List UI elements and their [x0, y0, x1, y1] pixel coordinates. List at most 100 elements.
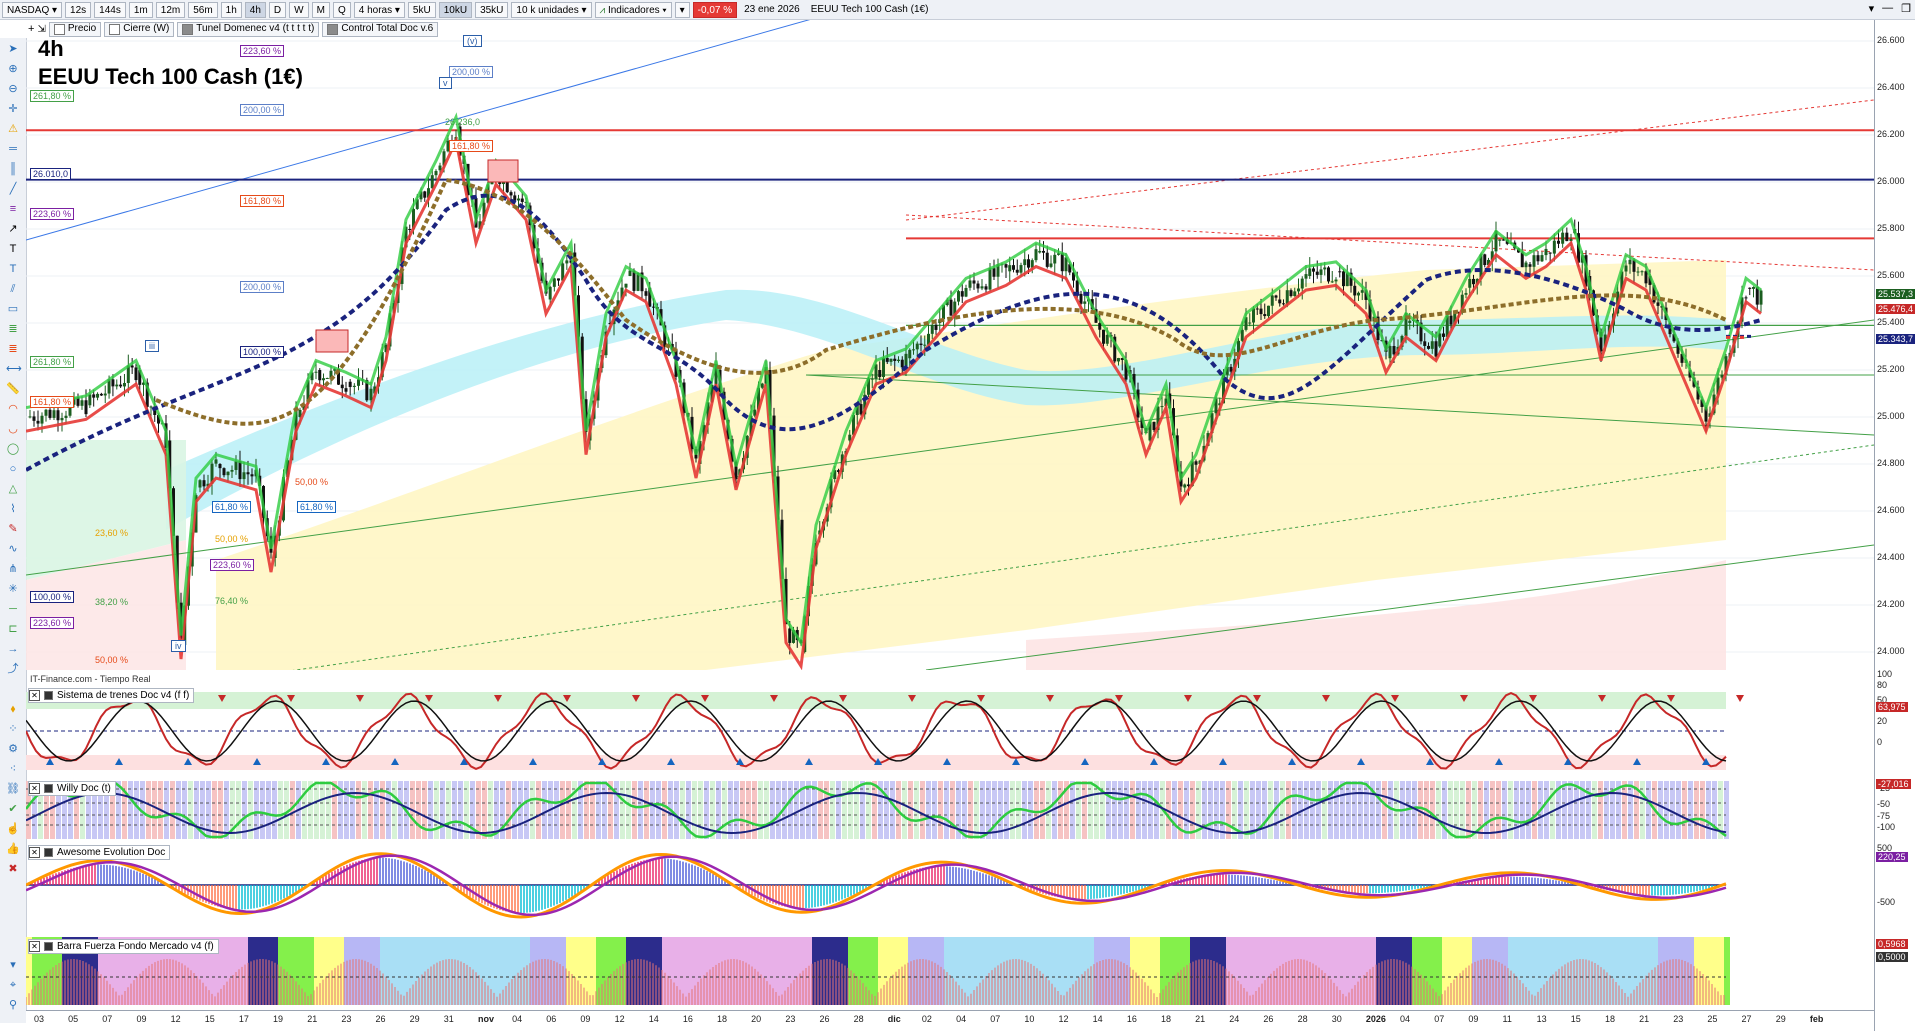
gann-icon[interactable]: ✳ — [6, 582, 20, 596]
elliott-wave-label[interactable]: iii — [145, 340, 159, 352]
fib-level-label[interactable]: 100,00 % — [30, 591, 75, 603]
interval-select[interactable]: 4 horas ▾ — [353, 1, 405, 18]
period-w[interactable]: W — [289, 1, 309, 18]
fib-orange-icon[interactable]: ≣ — [6, 342, 20, 356]
zoom-in-icon[interactable]: ⊕ — [6, 62, 20, 76]
hand-icon[interactable]: ☝ — [6, 822, 20, 836]
tag-icon[interactable]: ⬧ — [6, 702, 20, 716]
dropdown-icon[interactable]: ▾ — [1869, 2, 1875, 15]
fib-level-label[interactable]: 223,60 % — [30, 617, 75, 629]
period-12s[interactable]: 12s — [65, 1, 92, 18]
circle-icon[interactable]: ○ — [6, 462, 20, 476]
unit-10ku[interactable]: 10kU — [438, 1, 473, 18]
hline-icon[interactable]: ═ — [6, 142, 20, 156]
text-icon[interactable]: T — [6, 242, 20, 256]
period-12m[interactable]: 12m — [155, 1, 186, 18]
rect-icon[interactable]: ▭ — [6, 302, 20, 316]
willy-panel[interactable] — [26, 779, 1874, 841]
settings-icon[interactable]: ⚙ — [6, 742, 20, 756]
expand-icon[interactable]: ▾ — [6, 958, 20, 972]
ellipse-icon[interactable]: ◯ — [6, 442, 20, 456]
panel-value-tag: -27,016 — [1876, 779, 1911, 789]
wave-icon[interactable]: ∿ — [6, 542, 20, 556]
period-1m[interactable]: 1m — [128, 1, 153, 18]
lock-icon[interactable]: ⌖ — [6, 978, 20, 992]
close-icon[interactable]: ✕ — [29, 847, 40, 858]
minimize-icon[interactable]: — — [1882, 2, 1893, 15]
text-blue-icon[interactable]: T — [6, 262, 20, 276]
channel-icon[interactable]: ⫽ — [6, 282, 20, 296]
fib-icon[interactable]: ≡ — [6, 202, 20, 216]
close-icon[interactable]: ✕ — [29, 941, 40, 952]
pointer-icon[interactable]: ➤ — [6, 42, 20, 56]
pen-icon[interactable]: ✎ — [6, 522, 20, 536]
awesome-panel[interactable] — [26, 843, 1874, 931]
fib-level-label[interactable]: 26.010,0 — [30, 168, 72, 180]
fib-level-label[interactable]: 223,60 % — [210, 559, 255, 571]
units-select[interactable]: 10 k unidades ▾ — [511, 1, 592, 18]
elliott-wave-label[interactable]: v — [439, 77, 452, 89]
trendline-icon[interactable]: ╱ — [6, 182, 20, 196]
unit-5ku[interactable]: 5kU — [407, 1, 436, 18]
fib-level-label[interactable]: 161,80 % — [30, 396, 75, 408]
price-chart[interactable] — [26, 20, 1874, 670]
period-144s[interactable]: 144s — [94, 1, 126, 18]
thumbs-up-icon[interactable]: 👍 — [6, 842, 20, 856]
magnet-icon[interactable]: ⚲ — [6, 998, 20, 1012]
period-m[interactable]: M — [311, 1, 330, 18]
measure-icon[interactable]: ⟷ — [6, 362, 22, 376]
dots2-icon[interactable]: ⁖ — [6, 762, 20, 776]
period-q[interactable]: Q — [332, 1, 351, 18]
fib-level-label[interactable]: 61,80 % — [212, 501, 252, 513]
panel-tick: -500 — [1877, 897, 1896, 907]
fib-level-label[interactable]: 161,80 % — [240, 195, 285, 207]
unit-35ku[interactable]: 35kU — [475, 1, 509, 18]
fib-level-label[interactable]: 61,80 % — [297, 501, 337, 513]
alert-icon[interactable]: ⚠ — [6, 122, 20, 136]
fib-level-label[interactable]: 200,00 % — [449, 66, 494, 78]
price-axis[interactable]: 26.600 26.400 26.200 26.000 25.800 25.600 25.4… — [1874, 20, 1915, 1031]
trenes-panel[interactable] — [26, 687, 1874, 775]
fib-level-label[interactable]: 161,80 % — [449, 140, 494, 152]
triangle-icon[interactable]: △ — [6, 482, 20, 496]
fuerza-panel[interactable] — [26, 935, 1874, 1010]
arc-icon[interactable]: ◡ — [6, 422, 20, 436]
arrow-icon[interactable]: ↗ — [6, 222, 20, 236]
fib-level-label[interactable]: 223,60 % — [30, 208, 75, 220]
bracket-icon[interactable]: ⊏ — [6, 622, 20, 636]
fib-level-label[interactable]: 261,80 % — [30, 356, 75, 368]
maximize-icon[interactable]: ❐ — [1901, 2, 1911, 15]
dots-icon[interactable]: ⁘ — [6, 722, 20, 736]
fib-level-label[interactable]: 100,00 % — [240, 346, 285, 358]
fib-level-label[interactable]: 200,00 % — [240, 104, 285, 116]
period-1h[interactable]: 1h — [220, 1, 242, 18]
crosshair-icon[interactable]: ✛ — [6, 102, 20, 116]
more-button[interactable]: ▾ — [674, 1, 690, 18]
close-icon[interactable]: ✕ — [29, 690, 40, 701]
pitchfork-icon[interactable]: ⋔ — [6, 562, 20, 576]
elliott-wave-label[interactable]: iv — [171, 640, 186, 652]
curve-icon[interactable]: ◠ — [6, 402, 20, 416]
period-4h[interactable]: 4h — [244, 1, 266, 18]
period-56m[interactable]: 56m — [188, 1, 218, 18]
delete-icon[interactable]: ✖ — [6, 862, 20, 876]
polyline-icon[interactable]: ⌇ — [6, 502, 20, 516]
symbol-select[interactable]: NASDAQ ▾ — [2, 1, 63, 18]
close-icon[interactable]: ✕ — [29, 783, 40, 794]
vline-icon[interactable]: ║ — [6, 162, 20, 176]
ray-icon[interactable]: → — [6, 642, 20, 656]
check-icon[interactable]: ✔ — [6, 802, 20, 816]
fib-level-label[interactable]: 261,80 % — [30, 90, 75, 102]
fib-level-label[interactable]: 223,60 % — [240, 45, 285, 57]
period-d[interactable]: D — [268, 1, 287, 18]
ruler-icon[interactable]: 📏 — [6, 382, 20, 396]
zoom-out-icon[interactable]: ⊖ — [6, 82, 20, 96]
indicators-button[interactable]: ⩘ Indicadores ▾ — [594, 1, 672, 18]
line-green-icon[interactable]: ─ — [6, 602, 20, 616]
link-icon[interactable]: ⛓ — [6, 782, 20, 796]
fib-level-label[interactable]: 200,00 % — [240, 281, 285, 293]
path-icon[interactable]: ⤴ — [6, 662, 20, 676]
fib-green-icon[interactable]: ≣ — [6, 322, 20, 336]
elliott-wave-label[interactable]: (v) — [463, 35, 482, 47]
time-axis[interactable]: 03 05 07 09 12 15 17 19 21 23 26 29 31 nov 04 06 09 12 14 1… — [26, 1010, 1874, 1032]
